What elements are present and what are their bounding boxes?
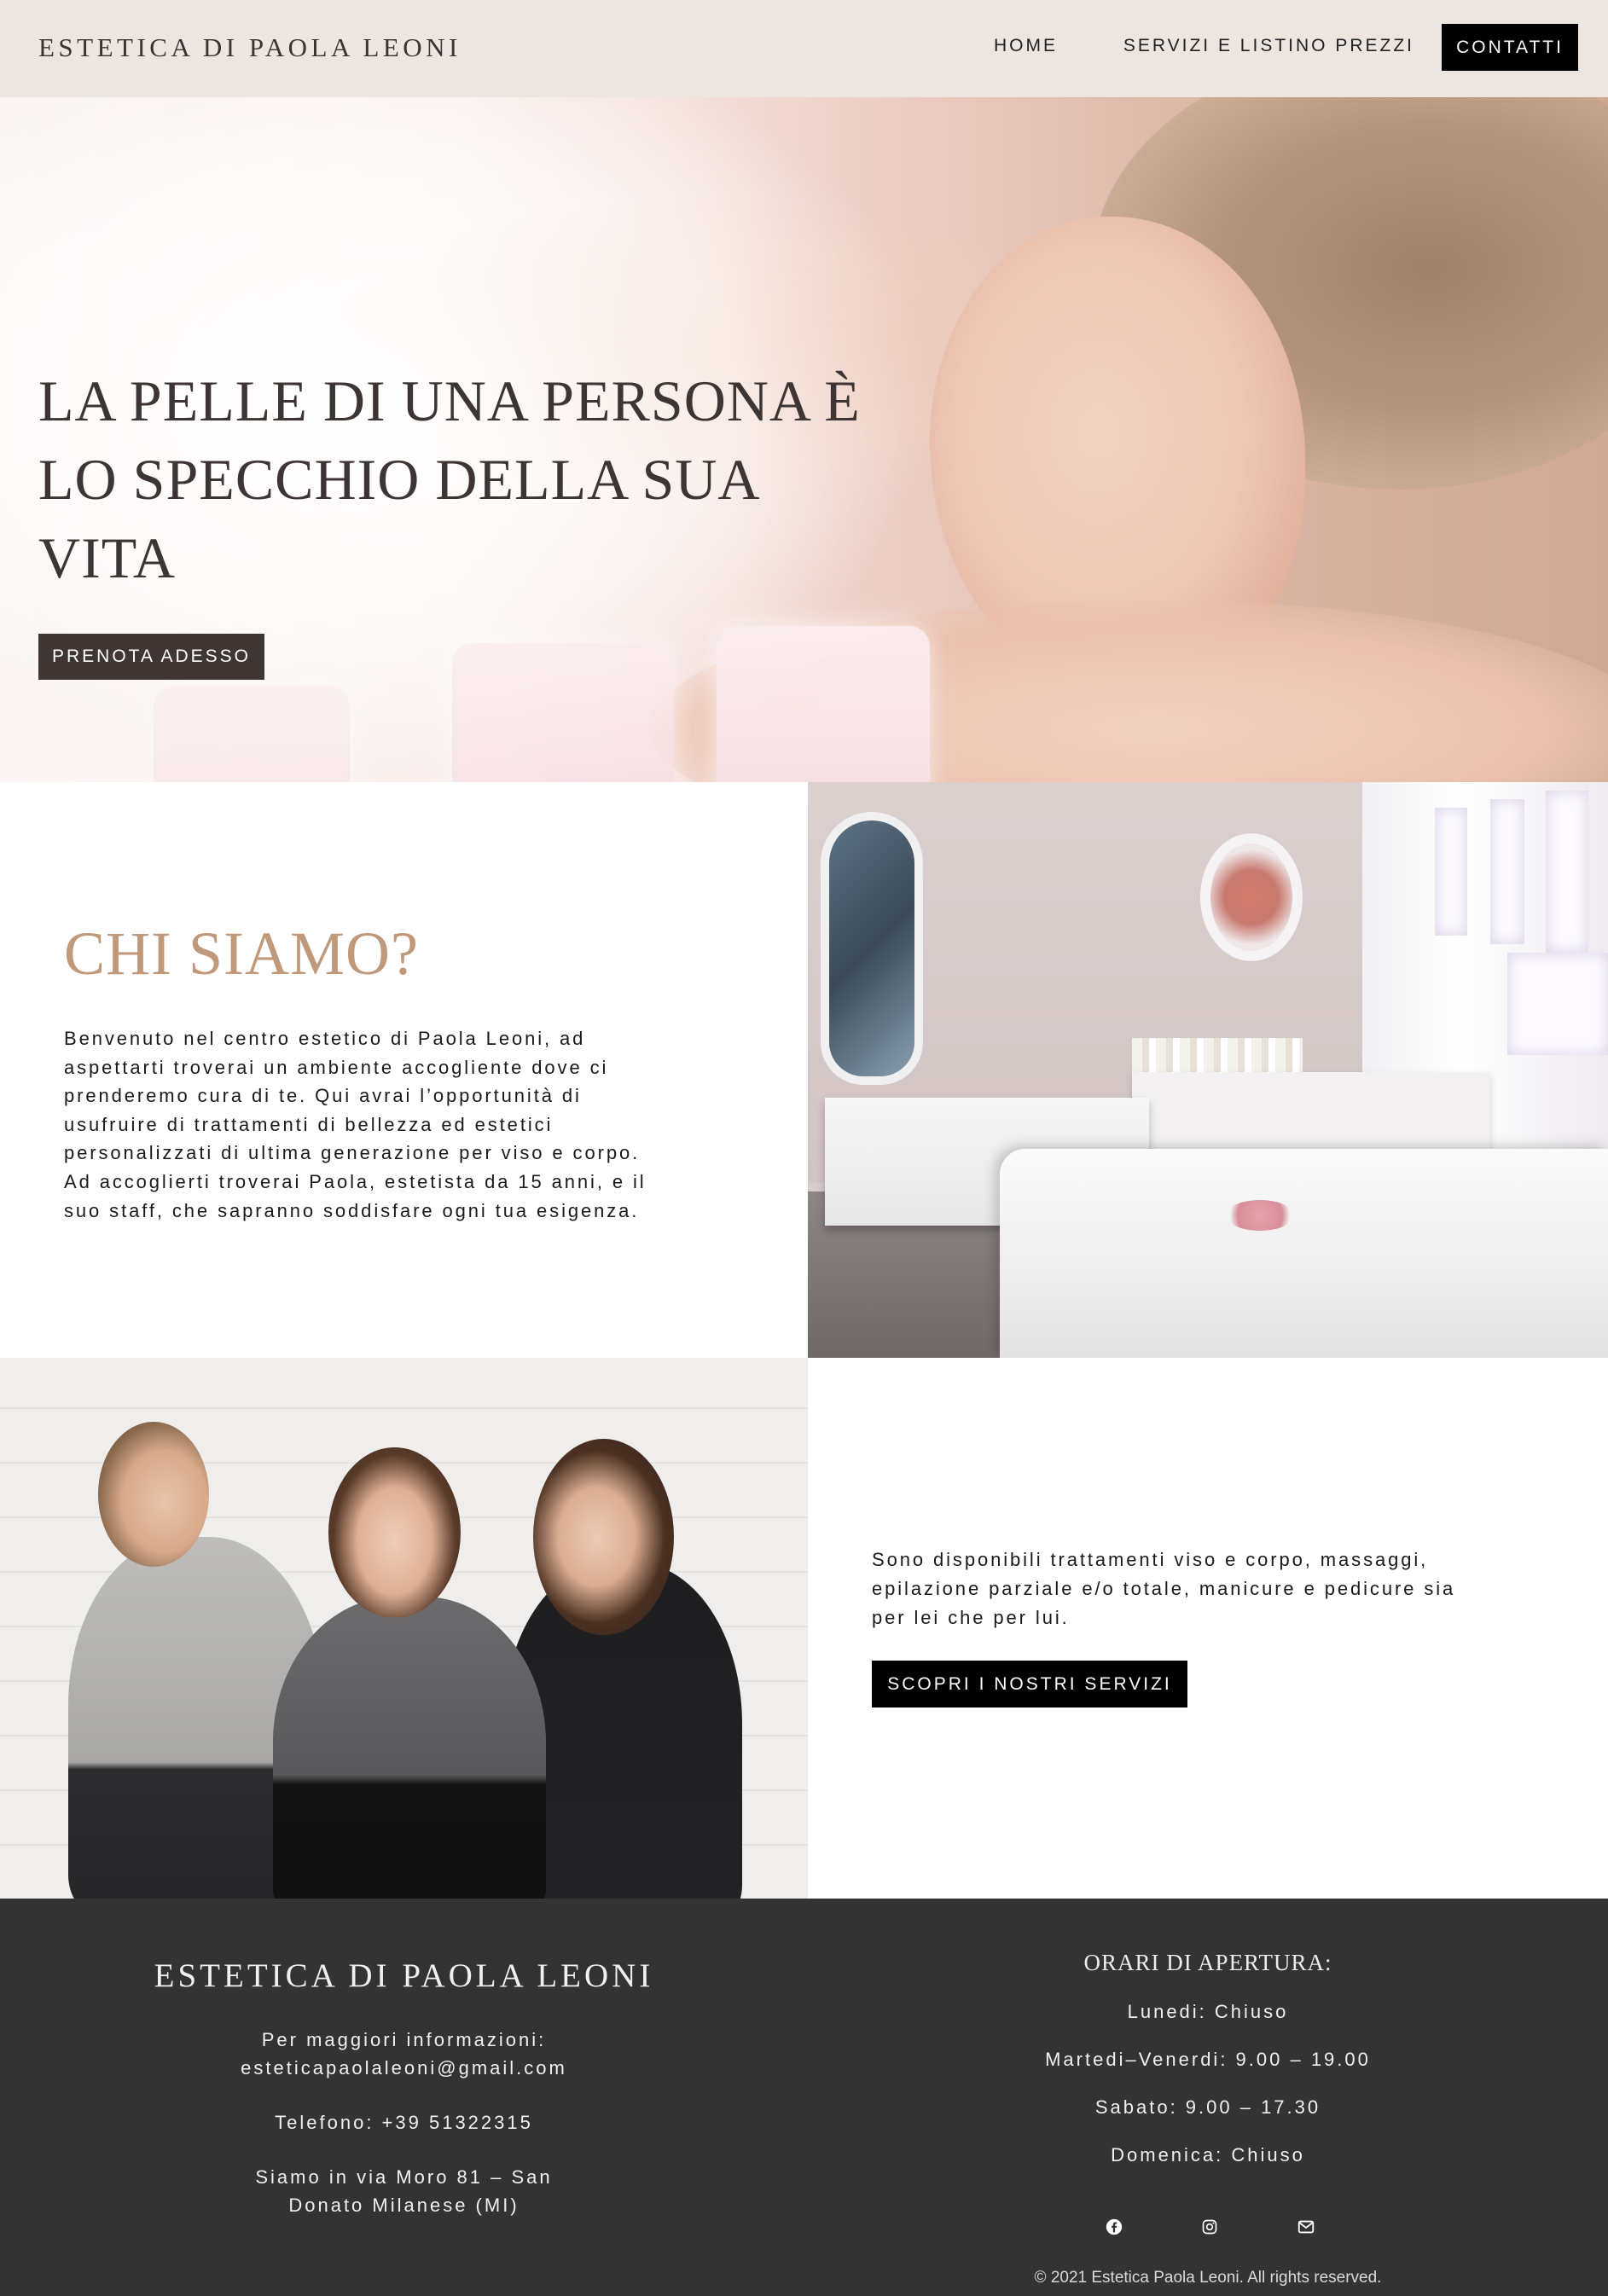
chi-siamo-text-line: Benvenuto nel centro estetico di Paola L… (64, 1028, 586, 1049)
team-member-body (273, 1597, 546, 1899)
scopri-servizi-button[interactable]: SCOPRI I NOSTRI SERVIZI (872, 1661, 1187, 1708)
facebook-icon[interactable] (1097, 2210, 1131, 2244)
salon-room-photo (808, 782, 1608, 1358)
hero-candle (717, 626, 930, 782)
room-niche (1435, 808, 1467, 936)
footer-copyright: © 2021 Estetica Paola Leoni. All rights … (1034, 2269, 1382, 2287)
hero-title-line: LA PELLE DI UNA PERSONA È (38, 368, 861, 433)
room-products (1132, 1038, 1303, 1076)
room-treatment-bed (1000, 1149, 1608, 1358)
footer-hours-title: ORARI DI APERTURA: (1083, 1950, 1332, 1975)
servizi-text-line: epilazione parziale e/o totale, manicure… (872, 1578, 1456, 1599)
instagram-icon[interactable] (1193, 2210, 1227, 2244)
chi-siamo-text-line: prenderemo cura di te. Qui avrai l’oppor… (64, 1085, 582, 1107)
hero-candle (154, 686, 350, 782)
room-flowers (1226, 1200, 1294, 1231)
room-decorative-frame (1200, 833, 1303, 961)
team-member-head (328, 1447, 461, 1618)
room-niche (1546, 791, 1588, 953)
nav-contatti-button[interactable]: CONTATTI (1442, 24, 1578, 71)
chi-siamo-text-line: usufruire di trattamenti di bellezza ed … (64, 1113, 554, 1135)
servizi-text-line: per lei che per lui. (872, 1607, 1070, 1628)
mail-icon[interactable] (1289, 2210, 1323, 2244)
footer-hours-line: Lunedi: Chiuso (1127, 2001, 1289, 2022)
chi-siamo-text-line: suo staff, che sapranno soddisfare ogni … (64, 1199, 640, 1221)
servizi-text: Sono disponibili trattamenti viso e corp… (872, 1545, 1571, 1632)
hero-title-line: VITA (38, 525, 176, 590)
chi-siamo-text-line: Ad accoglierti troverai Paola, estetista… (64, 1170, 647, 1192)
chi-siamo-text-line: aspettarti troverai un ambiente accoglie… (64, 1056, 609, 1078)
hero-title: LA PELLE DI UNA PERSONA È LO SPECCHIO DE… (38, 362, 891, 597)
footer-hours-line: Martedi–Venerdi: 9.00 – 19.00 (1045, 2049, 1371, 2070)
nav-servizi-link[interactable]: SERVIZI E LISTINO PREZZI (1123, 36, 1414, 56)
servizi-text-line: Sono disponibili trattamenti viso e corp… (872, 1549, 1429, 1570)
footer-hours-line: Sabato: 9.00 – 17.30 (1094, 2096, 1321, 2118)
footer-phone: Telefono: +39 51322315 (275, 2112, 533, 2133)
footer-hours-line: Domenica: Chiuso (1111, 2144, 1305, 2166)
hero-candle (452, 643, 674, 782)
footer-info-label: Per maggiori informazioni: (261, 2029, 547, 2050)
room-niche (1507, 953, 1608, 1055)
chi-siamo-section: CHI SIAMO? Benvenuto nel centro estetico… (0, 782, 808, 1358)
chi-siamo-title: CHI SIAMO? (64, 919, 419, 988)
hero-title-line: LO SPECCHIO DELLA SUA (38, 447, 761, 512)
team-member-head (98, 1422, 209, 1567)
team-member-head (533, 1439, 674, 1635)
footer-email-link[interactable]: esteticapaolaleoni@gmail.com (0, 2057, 808, 2079)
footer-address-line: Siamo in via Moro 81 – San (255, 2166, 553, 2188)
room-niche (1490, 799, 1524, 944)
room-mirror (821, 812, 923, 1085)
servizi-section: Sono disponibili trattamenti viso e corp… (808, 1358, 1608, 1899)
chi-siamo-text: Benvenuto nel centro estetico di Paola L… (64, 1024, 746, 1225)
site-logo[interactable]: ESTETICA DI PAOLA LEONI (38, 32, 462, 63)
footer-address-line: Donato Milanese (MI) (288, 2195, 520, 2216)
nav-home-link[interactable]: HOME (994, 36, 1058, 56)
hero-section: LA PELLE DI UNA PERSONA È LO SPECCHIO DE… (0, 97, 1608, 782)
chi-siamo-text-line: personalizzati di ultima generazione per… (64, 1142, 641, 1164)
site-header: ESTETICA DI PAOLA LEONI HOME SERVIZI E L… (0, 0, 1608, 97)
team-photo (0, 1358, 808, 1899)
prenota-adesso-button[interactable]: PRENOTA ADESSO (38, 634, 264, 680)
site-footer: ESTETICA DI PAOLA LEONI Per maggiori inf… (0, 1899, 1608, 2296)
footer-logo: ESTETICA DI PAOLA LEONI (154, 1957, 654, 1994)
